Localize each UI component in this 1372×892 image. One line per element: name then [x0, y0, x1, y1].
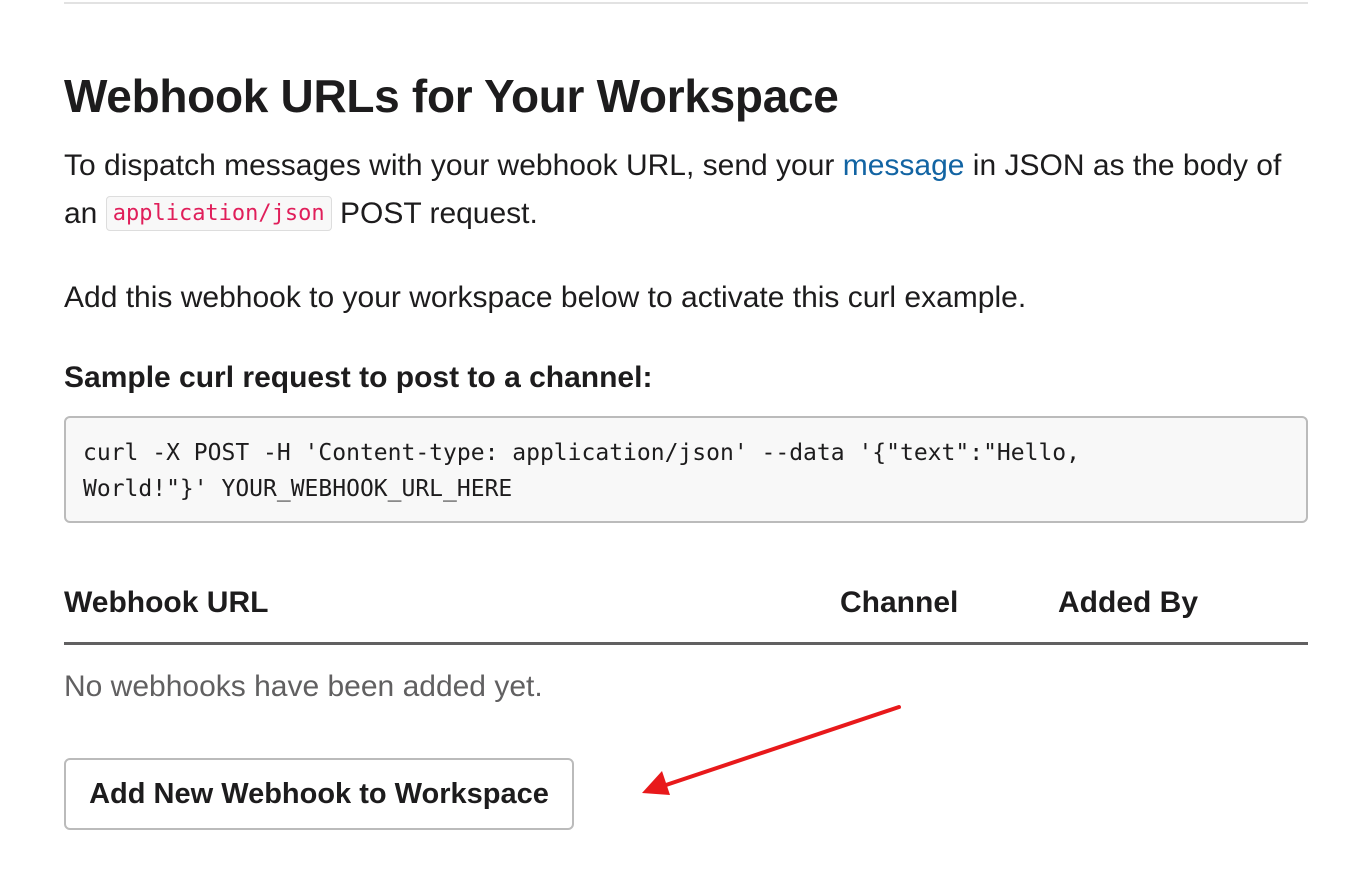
inline-code-content-type: application/json: [105, 196, 332, 231]
add-new-webhook-button[interactable]: Add New Webhook to Workspace: [64, 758, 574, 830]
webhooks-table-header: Webhook URL Channel Added By: [64, 580, 1308, 645]
message-link[interactable]: message: [843, 149, 965, 182]
annotation-arrow-shaft: [658, 705, 901, 789]
activate-instructions: Add this webhook to your workspace below…: [64, 281, 1027, 314]
code-line: curl -X POST -H 'Content-type: applicati…: [83, 440, 1080, 466]
top-divider: [64, 2, 1308, 4]
empty-webhooks-message: No webhooks have been added yet.: [64, 670, 543, 703]
annotation-arrow-head: [642, 771, 670, 795]
page-title: Webhook URLs for Your Workspace: [64, 70, 839, 122]
sample-curl-code-block: curl -X POST -H 'Content-type: applicati…: [64, 416, 1308, 523]
webhook-settings-page: Webhook URLs for Your Workspace To dispa…: [0, 0, 1372, 892]
column-header-channel: Channel: [840, 586, 959, 619]
code-line: World!"}' YOUR_WEBHOOK_URL_HERE: [83, 476, 513, 502]
intro-text-before-link: To dispatch messages with your webhook U…: [64, 149, 843, 182]
sample-curl-heading: Sample curl request to post to a channel…: [64, 361, 653, 394]
intro-text-end: POST request.: [331, 197, 538, 230]
column-header-webhook-url: Webhook URL: [64, 586, 269, 619]
intro-paragraph: To dispatch messages with your webhook U…: [64, 142, 1314, 238]
column-header-added-by: Added By: [1058, 586, 1199, 619]
